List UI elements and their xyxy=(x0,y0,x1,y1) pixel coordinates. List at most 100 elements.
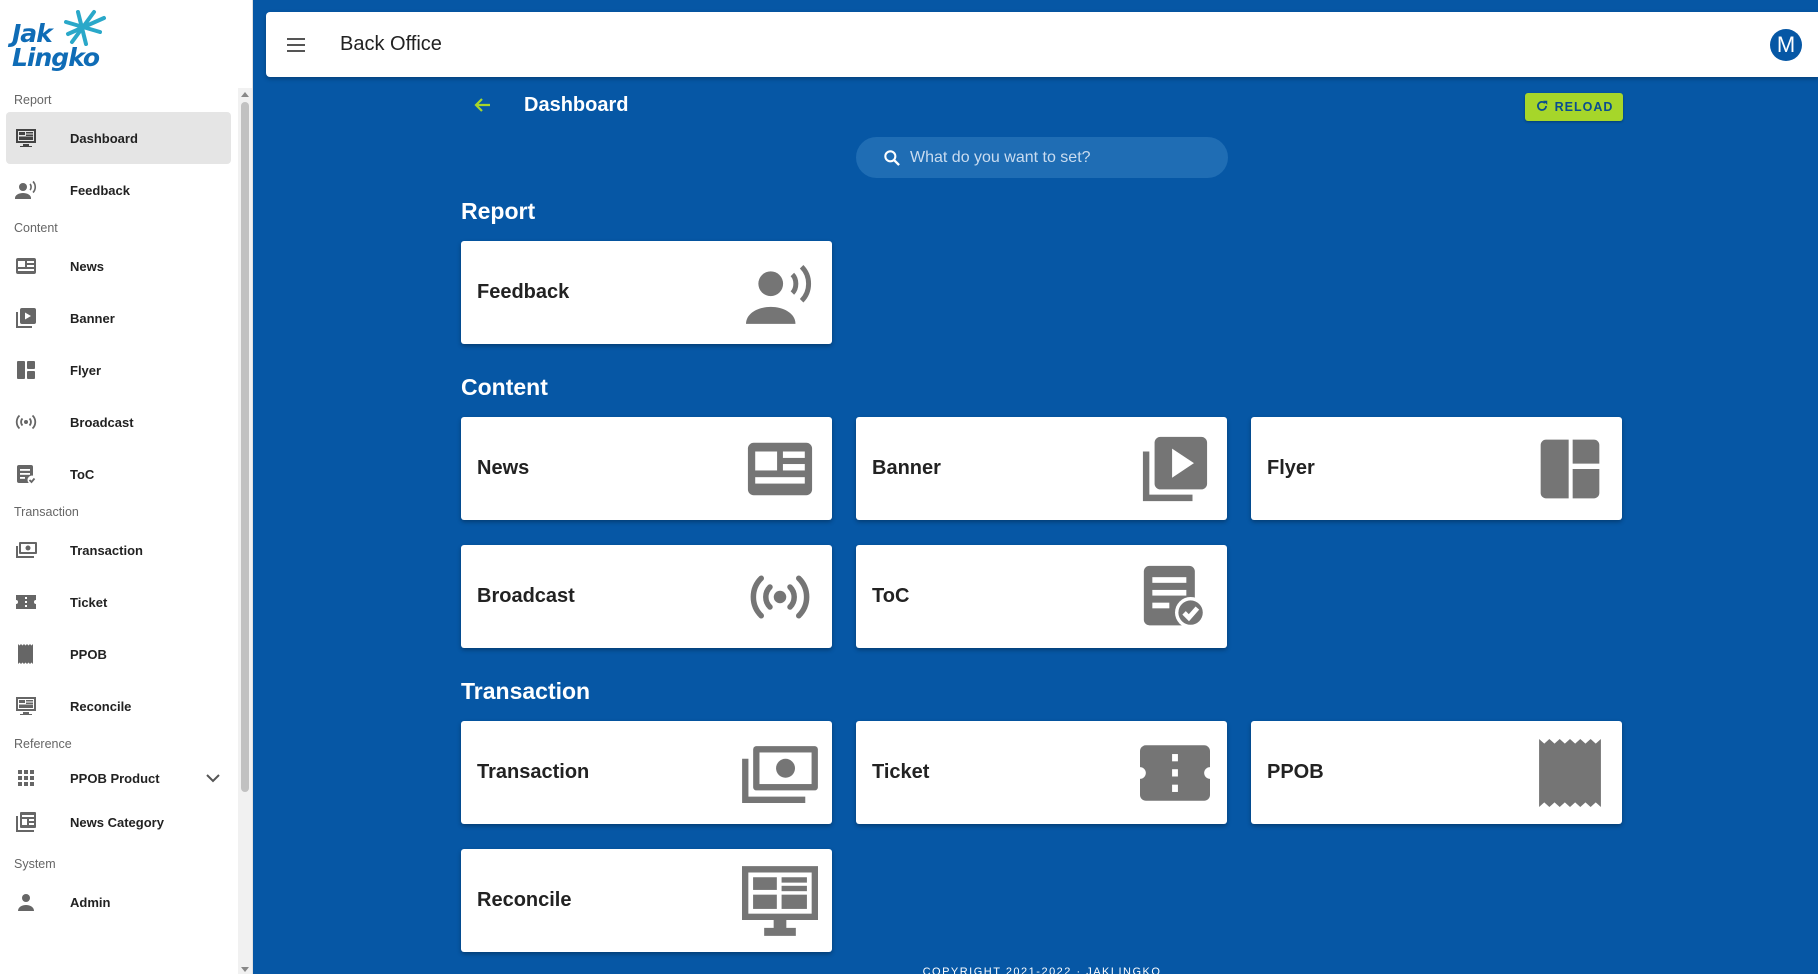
logo-wordmark: Jak Lingko xyxy=(12,19,100,72)
sidebar-item-label: Broadcast xyxy=(70,414,134,430)
card-feedback[interactable]: Feedback xyxy=(461,241,832,344)
card-banner[interactable]: Banner xyxy=(856,417,1227,520)
card-label: Banner xyxy=(872,457,941,479)
sidebar-item-admin[interactable]: Admin xyxy=(6,876,231,928)
monitor-icon xyxy=(14,694,50,718)
video-library-icon xyxy=(1137,431,1213,507)
scrollbar-thumb[interactable] xyxy=(241,102,249,792)
sidebar-nav: Report Dashboard Feedback Content News B… xyxy=(0,88,238,974)
sidebar-item-label: News xyxy=(70,258,104,274)
document-check-icon xyxy=(14,462,50,486)
sidebar: Jak Lingko Report Dashboard Feedback Con… xyxy=(0,0,253,974)
card-reconcile[interactable]: Reconcile xyxy=(461,849,832,952)
sidebar-section-transaction: Transaction xyxy=(14,505,79,519)
sidebar-item-label: Reconcile xyxy=(70,698,132,714)
sidebar-item-ticket[interactable]: Ticket xyxy=(6,576,231,628)
sidebar-item-label: Flyer xyxy=(70,362,102,378)
card-news[interactable]: News xyxy=(461,417,832,520)
card-ppob[interactable]: PPOB xyxy=(1251,721,1622,824)
top-app-bar: Back Office M xyxy=(266,12,1818,77)
document-check-icon xyxy=(1137,559,1213,635)
money-icon xyxy=(14,538,50,562)
sidebar-item-label: Banner xyxy=(70,310,115,326)
sidebar-item-toc[interactable]: ToC xyxy=(6,448,231,500)
sidebar-item-label: News Category xyxy=(70,814,164,830)
main-content: Dashboard RELOAD Report Feedback Content… xyxy=(461,88,1623,974)
grid-icon xyxy=(14,766,50,790)
page-title: Dashboard xyxy=(524,94,629,116)
newspaper-icon xyxy=(14,254,50,278)
sidebar-item-dashboard[interactable]: Dashboard xyxy=(6,112,231,164)
reload-label: RELOAD xyxy=(1554,100,1614,114)
sidebar-item-reconcile[interactable]: Reconcile xyxy=(6,680,231,732)
chevron-down-icon[interactable] xyxy=(201,766,225,790)
card-label: Flyer xyxy=(1267,457,1315,479)
search-icon xyxy=(882,148,902,168)
dashboard-layout-icon xyxy=(14,358,50,382)
sidebar-item-label: PPOB Product xyxy=(70,770,160,786)
card-broadcast[interactable]: Broadcast xyxy=(461,545,832,648)
feedback-voice-icon xyxy=(742,255,818,331)
sidebar-item-label: Dashboard xyxy=(70,130,138,146)
monitor-dashboard-icon xyxy=(14,126,50,150)
card-label: Reconcile xyxy=(477,889,572,911)
sidebar-section-reference: Reference xyxy=(14,737,72,751)
money-icon xyxy=(742,735,818,811)
card-label: Feedback xyxy=(477,281,570,303)
card-label: News xyxy=(477,457,530,479)
sidebar-item-flyer[interactable]: Flyer xyxy=(6,344,231,396)
person-icon xyxy=(14,890,50,914)
sidebar-item-label: ToC xyxy=(70,466,95,482)
card-transaction[interactable]: Transaction xyxy=(461,721,832,824)
card-label: PPOB xyxy=(1267,761,1324,783)
card-toc[interactable]: ToC xyxy=(856,545,1227,648)
search-bar[interactable] xyxy=(856,137,1228,178)
back-arrow-icon[interactable] xyxy=(471,93,495,117)
scroll-up-arrow-icon[interactable] xyxy=(241,92,249,97)
sidebar-section-content: Content xyxy=(14,221,58,235)
receipt-icon xyxy=(1532,735,1608,811)
card-label: ToC xyxy=(872,585,910,607)
receipt-icon xyxy=(14,642,50,666)
sidebar-item-label: PPOB xyxy=(70,646,107,662)
sidebar-item-label: Transaction xyxy=(70,542,143,558)
category-title-report: Report xyxy=(461,198,536,224)
sidebar-section-system: System xyxy=(14,857,56,871)
category-title-content: Content xyxy=(461,374,548,400)
app-title: Back Office xyxy=(340,33,442,55)
sidebar-item-news-category[interactable]: News Category xyxy=(6,800,231,844)
sidebar-item-ppob[interactable]: PPOB xyxy=(6,628,231,680)
scroll-down-arrow-icon[interactable] xyxy=(241,967,249,972)
dashboard-layout-icon xyxy=(1532,431,1608,507)
sidebar-scrollbar[interactable] xyxy=(238,88,252,974)
sidebar-item-label: Ticket xyxy=(70,594,108,610)
category-title-transaction: Transaction xyxy=(461,678,591,704)
broadcast-icon xyxy=(742,559,818,635)
card-label: Ticket xyxy=(872,761,930,783)
card-flyer[interactable]: Flyer xyxy=(1251,417,1622,520)
search-input[interactable] xyxy=(910,148,1210,167)
sidebar-item-banner[interactable]: Banner xyxy=(6,292,231,344)
sidebar-item-label: Feedback xyxy=(70,182,130,198)
video-library-icon xyxy=(14,306,50,330)
hamburger-menu-icon[interactable] xyxy=(284,33,308,57)
card-label: Transaction xyxy=(477,761,590,783)
sidebar-item-news[interactable]: News xyxy=(6,240,231,292)
sidebar-item-ppob-product[interactable]: PPOB Product xyxy=(6,756,231,800)
footer-copyright: COPYRIGHT 2021-2022 · JAKLINGKO xyxy=(922,966,1162,974)
refresh-icon xyxy=(1535,99,1549,116)
sidebar-item-feedback[interactable]: Feedback xyxy=(6,164,231,216)
sidebar-item-transaction[interactable]: Transaction xyxy=(6,524,231,576)
sidebar-item-broadcast[interactable]: Broadcast xyxy=(6,396,231,448)
broadcast-icon xyxy=(14,410,50,434)
monitor-icon xyxy=(742,863,818,939)
reload-button[interactable]: RELOAD xyxy=(1525,93,1623,121)
user-avatar[interactable]: M xyxy=(1770,29,1802,61)
newspaper-icon xyxy=(742,431,818,507)
card-label: Broadcast xyxy=(477,585,575,607)
news-list-icon xyxy=(14,810,50,834)
sidebar-section-report: Report xyxy=(14,93,52,107)
sidebar-item-label: Admin xyxy=(70,894,111,910)
card-ticket[interactable]: Ticket xyxy=(856,721,1227,824)
jaklingko-logo[interactable]: Jak Lingko xyxy=(10,8,106,80)
